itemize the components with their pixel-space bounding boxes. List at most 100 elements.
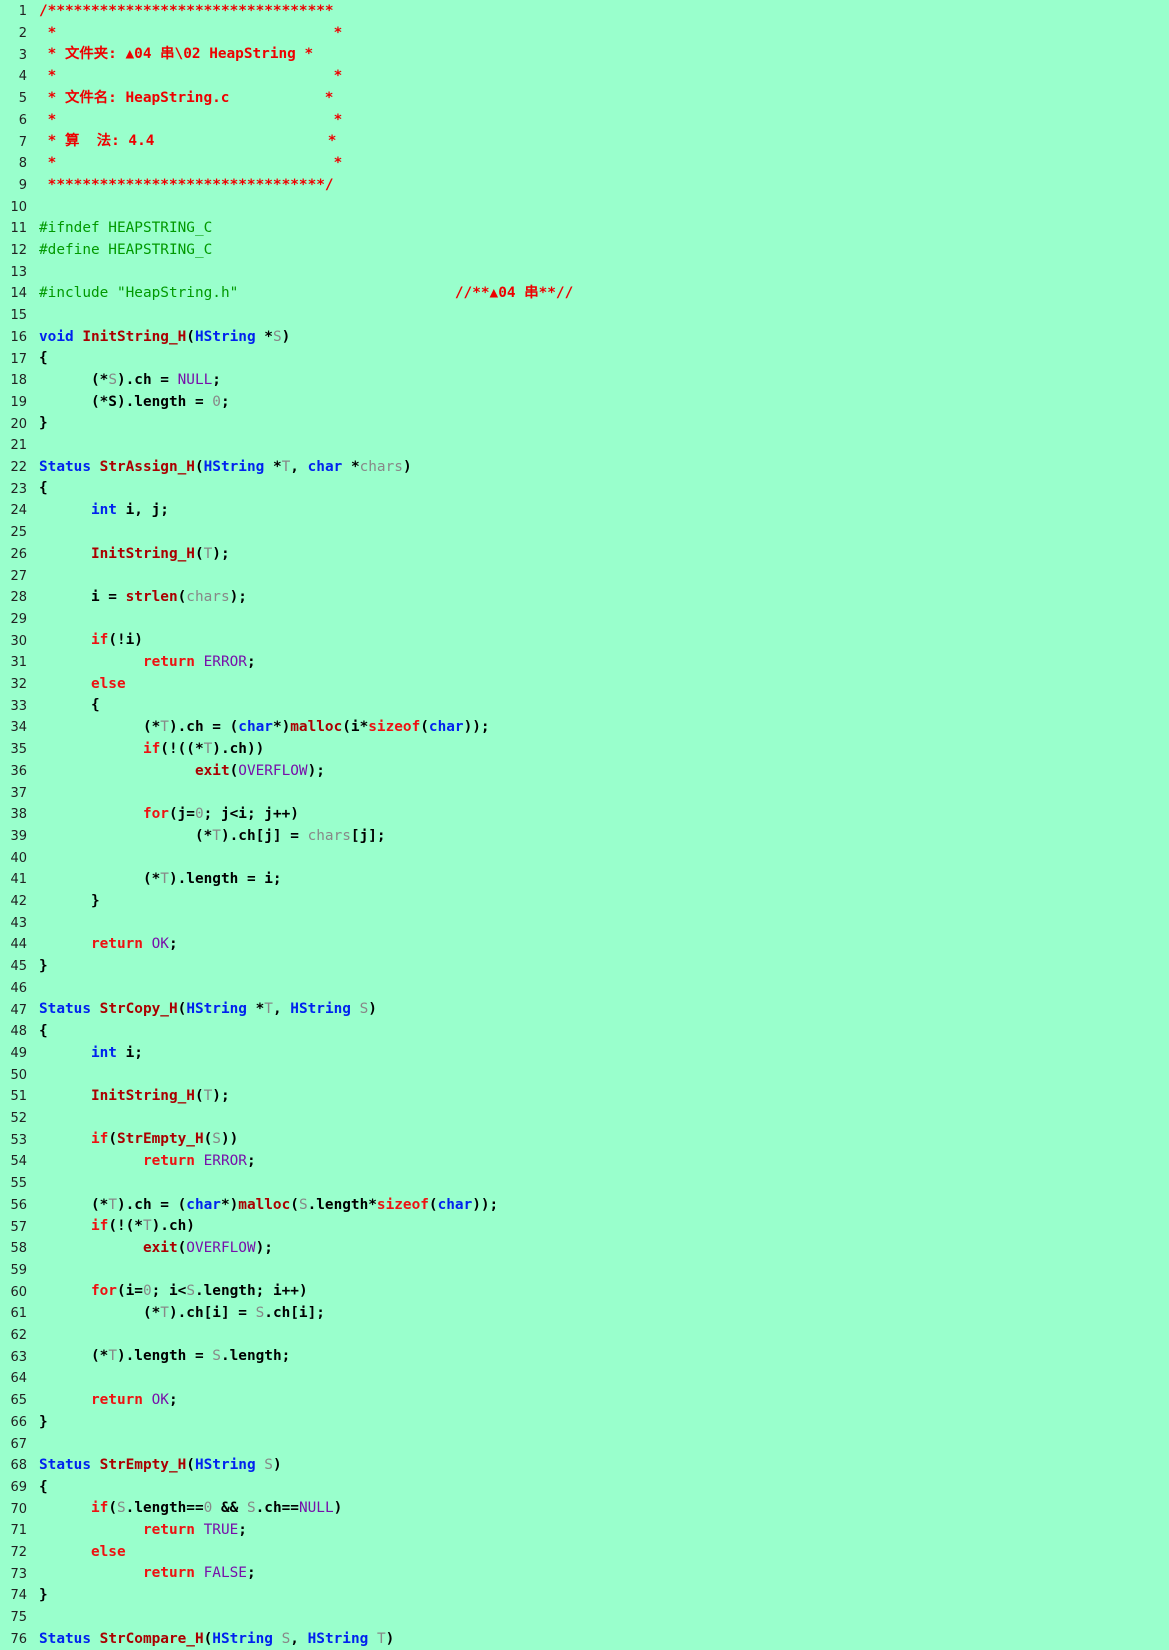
- code-line[interactable]: 29: [0, 609, 1169, 631]
- code-line[interactable]: 70 if(S.length==0 && S.ch==NULL): [0, 1498, 1169, 1520]
- line-code[interactable]: return ERROR;: [39, 1151, 256, 1173]
- code-line[interactable]: 58 exit(OVERFLOW);: [0, 1238, 1169, 1260]
- line-code[interactable]: ********************************/: [39, 175, 334, 197]
- code-line[interactable]: 11#ifndef HEAPSTRING_C: [0, 218, 1169, 240]
- code-line[interactable]: 72 else: [0, 1542, 1169, 1564]
- code-line[interactable]: 68Status StrEmpty_H(HString S): [0, 1455, 1169, 1477]
- code-line[interactable]: 43: [0, 912, 1169, 934]
- code-line[interactable]: 25: [0, 522, 1169, 544]
- code-line[interactable]: 27: [0, 565, 1169, 587]
- code-line[interactable]: 26 InitString_H(T);: [0, 544, 1169, 566]
- line-code[interactable]: #define HEAPSTRING_C: [39, 240, 212, 262]
- line-code[interactable]: Status StrCopy_H(HString *T, HString S): [39, 999, 377, 1021]
- line-code[interactable]: if(!i): [39, 630, 143, 652]
- code-line[interactable]: 41 (*T).length = i;: [0, 869, 1169, 891]
- code-line[interactable]: 34 (*T).ch = (char*)malloc(i*sizeof(char…: [0, 717, 1169, 739]
- code-line[interactable]: 71 return TRUE;: [0, 1520, 1169, 1542]
- code-line[interactable]: 33 {: [0, 695, 1169, 717]
- line-code[interactable]: {: [39, 1477, 48, 1499]
- line-code[interactable]: (*T).ch[i] = S.ch[i];: [39, 1303, 325, 1325]
- line-code[interactable]: (*T).length = i;: [39, 869, 282, 891]
- code-line[interactable]: 57 if(!(*T).ch): [0, 1216, 1169, 1238]
- code-line[interactable]: 59: [0, 1260, 1169, 1282]
- line-code[interactable]: for(j=0; j<i; j++): [39, 804, 299, 826]
- line-code[interactable]: return OK;: [39, 1390, 178, 1412]
- line-code[interactable]: * *: [39, 66, 342, 88]
- line-code[interactable]: * 算 法: 4.4 *: [39, 131, 336, 153]
- code-line[interactable]: 45}: [0, 956, 1169, 978]
- code-line[interactable]: 12#define HEAPSTRING_C: [0, 240, 1169, 262]
- code-line[interactable]: 13: [0, 261, 1169, 283]
- code-line[interactable]: 14#include "HeapString.h" //**▲04 串**//: [0, 283, 1169, 305]
- code-line[interactable]: 10: [0, 196, 1169, 218]
- line-code[interactable]: * *: [39, 23, 342, 45]
- code-line[interactable]: 16void InitString_H(HString *S): [0, 327, 1169, 349]
- line-code[interactable]: exit(OVERFLOW);: [39, 1238, 273, 1260]
- line-code[interactable]: if(S.length==0 && S.ch==NULL): [39, 1498, 342, 1520]
- line-code[interactable]: if(!((*T).ch)): [39, 739, 264, 761]
- line-code[interactable]: InitString_H(T);: [39, 1086, 230, 1108]
- line-code[interactable]: (*S).ch = NULL;: [39, 370, 221, 392]
- line-code[interactable]: else: [39, 674, 126, 696]
- code-line[interactable]: 39 (*T).ch[j] = chars[j];: [0, 826, 1169, 848]
- code-line[interactable]: 74}: [0, 1585, 1169, 1607]
- line-code[interactable]: Status StrCompare_H(HString S, HString T…: [39, 1629, 394, 1650]
- line-code[interactable]: * 文件夹: ▲04 串\02 HeapString *: [39, 44, 313, 66]
- line-code[interactable]: return ERROR;: [39, 652, 256, 674]
- code-line[interactable]: 36 exit(OVERFLOW);: [0, 761, 1169, 783]
- code-line[interactable]: 65 return OK;: [0, 1390, 1169, 1412]
- code-line[interactable]: 51 InitString_H(T);: [0, 1086, 1169, 1108]
- line-code[interactable]: for(i=0; i<S.length; i++): [39, 1281, 308, 1303]
- code-line[interactable]: 56 (*T).ch = (char*)malloc(S.length*size…: [0, 1195, 1169, 1217]
- line-code[interactable]: #include "HeapString.h" //**▲04 串**//: [39, 283, 573, 305]
- line-code[interactable]: (*T).length = S.length;: [39, 1346, 290, 1368]
- code-line[interactable]: 2 * *: [0, 23, 1169, 45]
- line-code[interactable]: (*S).length = 0;: [39, 392, 230, 414]
- line-code[interactable]: * *: [39, 110, 342, 132]
- code-line[interactable]: 60 for(i=0; i<S.length; i++): [0, 1281, 1169, 1303]
- code-line[interactable]: 42 }: [0, 891, 1169, 913]
- line-code[interactable]: {: [39, 1021, 48, 1043]
- code-line[interactable]: 9 ********************************/: [0, 175, 1169, 197]
- line-code[interactable]: (*T).ch = (char*)malloc(i*sizeof(char));: [39, 717, 490, 739]
- code-line[interactable]: 30 if(!i): [0, 630, 1169, 652]
- line-code[interactable]: Status StrAssign_H(HString *T, char *cha…: [39, 457, 412, 479]
- line-code[interactable]: InitString_H(T);: [39, 544, 230, 566]
- code-line[interactable]: 76Status StrCompare_H(HString S, HString…: [0, 1629, 1169, 1650]
- code-line[interactable]: 31 return ERROR;: [0, 652, 1169, 674]
- code-line[interactable]: 3 * 文件夹: ▲04 串\02 HeapString *: [0, 44, 1169, 66]
- line-code[interactable]: if(StrEmpty_H(S)): [39, 1129, 238, 1151]
- code-line[interactable]: 66}: [0, 1412, 1169, 1434]
- line-code[interactable]: void InitString_H(HString *S): [39, 327, 290, 349]
- line-code[interactable]: return TRUE;: [39, 1520, 247, 1542]
- code-line[interactable]: 24 int i, j;: [0, 500, 1169, 522]
- line-code[interactable]: return OK;: [39, 934, 178, 956]
- code-line[interactable]: 8 * *: [0, 153, 1169, 175]
- code-line[interactable]: 75: [0, 1607, 1169, 1629]
- code-line[interactable]: 53 if(StrEmpty_H(S)): [0, 1129, 1169, 1151]
- code-line[interactable]: 22Status StrAssign_H(HString *T, char *c…: [0, 457, 1169, 479]
- line-code[interactable]: else: [39, 1542, 126, 1564]
- code-line[interactable]: 61 (*T).ch[i] = S.ch[i];: [0, 1303, 1169, 1325]
- code-line[interactable]: 18 (*S).ch = NULL;: [0, 370, 1169, 392]
- code-line[interactable]: 64: [0, 1368, 1169, 1390]
- code-line[interactable]: 35 if(!((*T).ch)): [0, 739, 1169, 761]
- code-line[interactable]: 47Status StrCopy_H(HString *T, HString S…: [0, 999, 1169, 1021]
- code-line[interactable]: 4 * *: [0, 66, 1169, 88]
- code-line[interactable]: 67: [0, 1433, 1169, 1455]
- code-line[interactable]: 21: [0, 435, 1169, 457]
- code-line[interactable]: 50: [0, 1064, 1169, 1086]
- line-code[interactable]: exit(OVERFLOW);: [39, 761, 325, 783]
- code-editor[interactable]: 1/*********************************2 * *…: [0, 0, 1169, 1648]
- code-line[interactable]: 15: [0, 305, 1169, 327]
- line-code[interactable]: /*********************************: [39, 1, 334, 23]
- code-line[interactable]: 55: [0, 1173, 1169, 1195]
- code-line[interactable]: 69{: [0, 1477, 1169, 1499]
- line-code[interactable]: return FALSE;: [39, 1563, 256, 1585]
- code-line[interactable]: 48{: [0, 1021, 1169, 1043]
- code-line[interactable]: 1/*********************************: [0, 1, 1169, 23]
- line-code[interactable]: {: [39, 478, 48, 500]
- line-code[interactable]: i = strlen(chars);: [39, 587, 247, 609]
- code-line[interactable]: 37: [0, 782, 1169, 804]
- code-line[interactable]: 5 * 文件名: HeapString.c *: [0, 88, 1169, 110]
